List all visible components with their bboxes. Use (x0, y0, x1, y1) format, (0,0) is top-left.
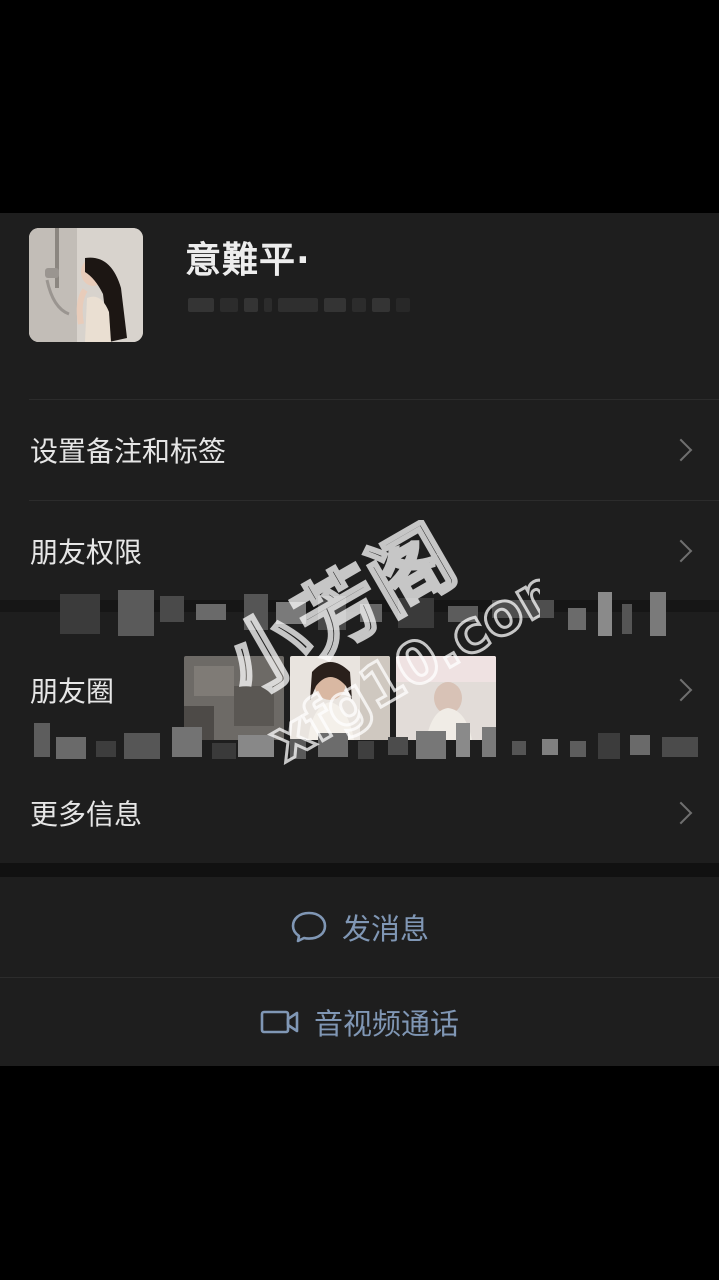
chevron-right-icon (669, 801, 693, 825)
send-message-button[interactable]: 发消息 (0, 877, 719, 977)
more-info-row[interactable]: 更多信息 (0, 763, 719, 863)
chevron-right-icon (669, 539, 693, 563)
more-info-label: 更多信息 (30, 798, 143, 831)
wechat-id-redacted (188, 298, 410, 312)
bottom-blank-area (0, 1066, 719, 1280)
friend-permissions-row[interactable]: 朋友权限 (0, 501, 719, 601)
video-camera-icon (260, 1010, 299, 1034)
contact-name: 意難平· (185, 240, 311, 281)
avatar-photo (29, 228, 143, 342)
send-message-label: 发消息 (341, 912, 429, 946)
chevron-right-icon (669, 678, 693, 702)
profile-header: 意難平· (0, 213, 719, 399)
video-call-button[interactable]: 音视频通话 (0, 978, 719, 1066)
remark-and-tags-row[interactable]: 设置备注和标签 (0, 400, 719, 500)
section-gap (0, 863, 719, 877)
avatar[interactable] (29, 228, 143, 342)
redacted-mosaic-band (0, 590, 719, 640)
chevron-right-icon (669, 438, 693, 462)
remark-and-tags-label: 设置备注和标签 (30, 435, 227, 468)
moments-label: 朋友圈 (30, 675, 115, 708)
contact-card: 意難平· 设置备注和标签 朋友权限 朋友圈 更多信息 (0, 213, 719, 863)
friend-permissions-label: 朋友权限 (30, 536, 143, 569)
chat-bubble-icon (291, 911, 327, 943)
top-blank-area (0, 0, 719, 213)
video-call-label: 音视频通话 (313, 1007, 459, 1041)
